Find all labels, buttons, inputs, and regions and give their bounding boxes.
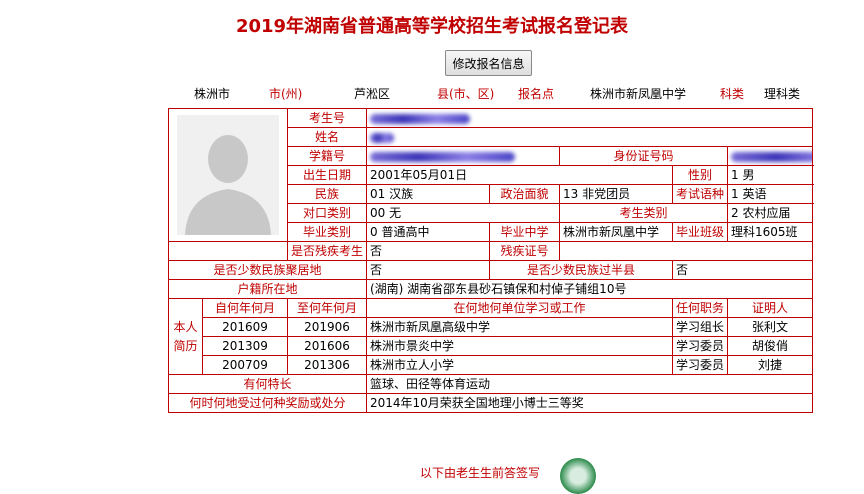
resume-witness: 张利文 xyxy=(726,317,814,337)
counterpart-label: 对口类别 xyxy=(287,203,367,223)
minority-area-label: 是否少数民族聚居地 xyxy=(168,260,367,280)
subject-value: 理科类 xyxy=(764,87,801,101)
role-header: 任何职务 xyxy=(672,298,728,318)
grad-class-value: 理科1605班 xyxy=(726,222,814,242)
resume-place: 株洲市景炎中学 xyxy=(366,336,673,356)
resume-witness: 胡俊俏 xyxy=(726,336,814,356)
table-row: 200709 201306 株洲市立人小学 学习委员 刘捷 xyxy=(169,355,814,375)
disabled-label: 是否残疾考生 xyxy=(287,241,367,261)
disabled-value: 否 xyxy=(366,241,490,261)
politics-value: 13 非党团员 xyxy=(559,184,673,204)
exam-lang-label: 考试语种 xyxy=(672,184,728,204)
id-no-value xyxy=(726,146,814,166)
resume-witness: 刘捷 xyxy=(726,355,814,375)
county-value: 芦淞区 xyxy=(354,87,391,101)
birth-value: 2001年05月01日 xyxy=(366,165,673,185)
city-value: 株洲市 xyxy=(194,87,231,101)
disability-no-label: 残疾证号 xyxy=(489,241,560,261)
name-label: 姓名 xyxy=(287,127,367,147)
registration-table: 考生号 姓名 学籍号 身份证号码 出生日期 2001年05月01日 性别 1 男… xyxy=(168,108,814,413)
id-no-label: 身份证号码 xyxy=(559,146,728,166)
resume-from: 201609 xyxy=(202,317,288,337)
counterpart-value: 00 无 xyxy=(366,203,560,223)
disability-no-value xyxy=(558,241,814,261)
resume-from: 200709 xyxy=(202,355,288,375)
county-label: 县(市、区) xyxy=(437,87,495,101)
specialty-value: 篮球、田径等体育运动 xyxy=(365,374,814,394)
resume-to: 201606 xyxy=(287,336,367,356)
subject-label: 科类 xyxy=(720,87,745,101)
birth-label: 出生日期 xyxy=(287,165,367,185)
exam-no-value xyxy=(365,108,814,128)
table-row: 201609 201906 株洲市新凤凰高级中学 学习组长 张利文 xyxy=(169,317,814,337)
resume-role: 学习委员 xyxy=(672,355,728,375)
grad-school-value: 株洲市新凤凰中学 xyxy=(559,222,673,242)
specialty-label: 有何特长 xyxy=(168,374,367,394)
exam-no-label: 考生号 xyxy=(287,108,367,128)
name-value xyxy=(365,127,814,147)
resume-to: 201306 xyxy=(287,355,367,375)
awards-value: 2014年10月荣获全国地理小博士三等奖 xyxy=(365,393,814,413)
table-row: 201309 201606 株洲市景炎中学 学习委员 胡俊俏 xyxy=(169,336,814,356)
avatar-placeholder-icon xyxy=(177,115,279,235)
minority-half-value: 否 xyxy=(671,260,814,280)
site-value: 株洲市新凤凰中学 xyxy=(590,87,687,101)
school-no-value xyxy=(366,146,560,166)
examinee-type-value: 2 农村应届 xyxy=(726,203,814,223)
grad-school-label: 毕业中学 xyxy=(489,222,560,242)
city-label: 市(州) xyxy=(269,87,303,101)
edit-registration-button[interactable]: 修改报名信息 xyxy=(445,50,532,76)
resume-place: 株洲市立人小学 xyxy=(366,355,673,375)
grad-type-value: 0 普通高中 xyxy=(366,222,490,242)
politics-label: 政治面貌 xyxy=(489,184,560,204)
redacted-mark xyxy=(370,113,470,124)
place-header: 在何地何单位学习或工作 xyxy=(366,298,673,318)
ethnicity-value: 01 汉族 xyxy=(366,184,490,204)
resume-from: 201309 xyxy=(202,336,288,356)
gender-value: 1 男 xyxy=(726,165,814,185)
awards-label: 何时何地受过何种奖励或处分 xyxy=(168,393,367,413)
bottom-partial-text: 以下由老生生前答签写 xyxy=(420,466,541,480)
resume-to: 201906 xyxy=(287,317,367,337)
examinee-type-label: 考生类别 xyxy=(559,203,728,223)
resume-role: 学习组长 xyxy=(672,317,728,337)
ethnicity-label: 民族 xyxy=(287,184,367,204)
grad-class-label: 毕业班级 xyxy=(672,222,728,242)
resume-place: 株洲市新凤凰高级中学 xyxy=(366,317,673,337)
resume-role: 学习委员 xyxy=(672,336,728,356)
to-header: 至何年何月 xyxy=(287,298,367,318)
household-value: (湖南) 湖南省邵东县砂石镇保和村倬子铺组10号 xyxy=(365,279,814,299)
empty-cell xyxy=(168,241,288,261)
redacted-mark xyxy=(731,151,812,162)
grad-type-label: 毕业类别 xyxy=(287,222,367,242)
page-title: 2019年湖南省普通高等学校招生考试报名登记表 xyxy=(235,16,629,37)
seal-icon xyxy=(560,458,596,494)
exam-lang-value: 1 英语 xyxy=(726,184,814,204)
site-label: 报名点 xyxy=(518,87,555,101)
school-no-label: 学籍号 xyxy=(287,146,367,166)
from-header: 自何年何月 xyxy=(202,298,288,318)
minority-half-label: 是否少数民族过半县 xyxy=(489,260,673,280)
household-label: 户籍所在地 xyxy=(168,279,367,299)
redacted-mark xyxy=(370,151,515,162)
photo-cell xyxy=(168,108,288,242)
resume-side-label: 本人简历 xyxy=(168,298,203,375)
redacted-mark xyxy=(370,132,394,143)
minority-area-value: 否 xyxy=(366,260,490,280)
witness-header: 证明人 xyxy=(726,298,814,318)
gender-label: 性别 xyxy=(672,165,728,185)
